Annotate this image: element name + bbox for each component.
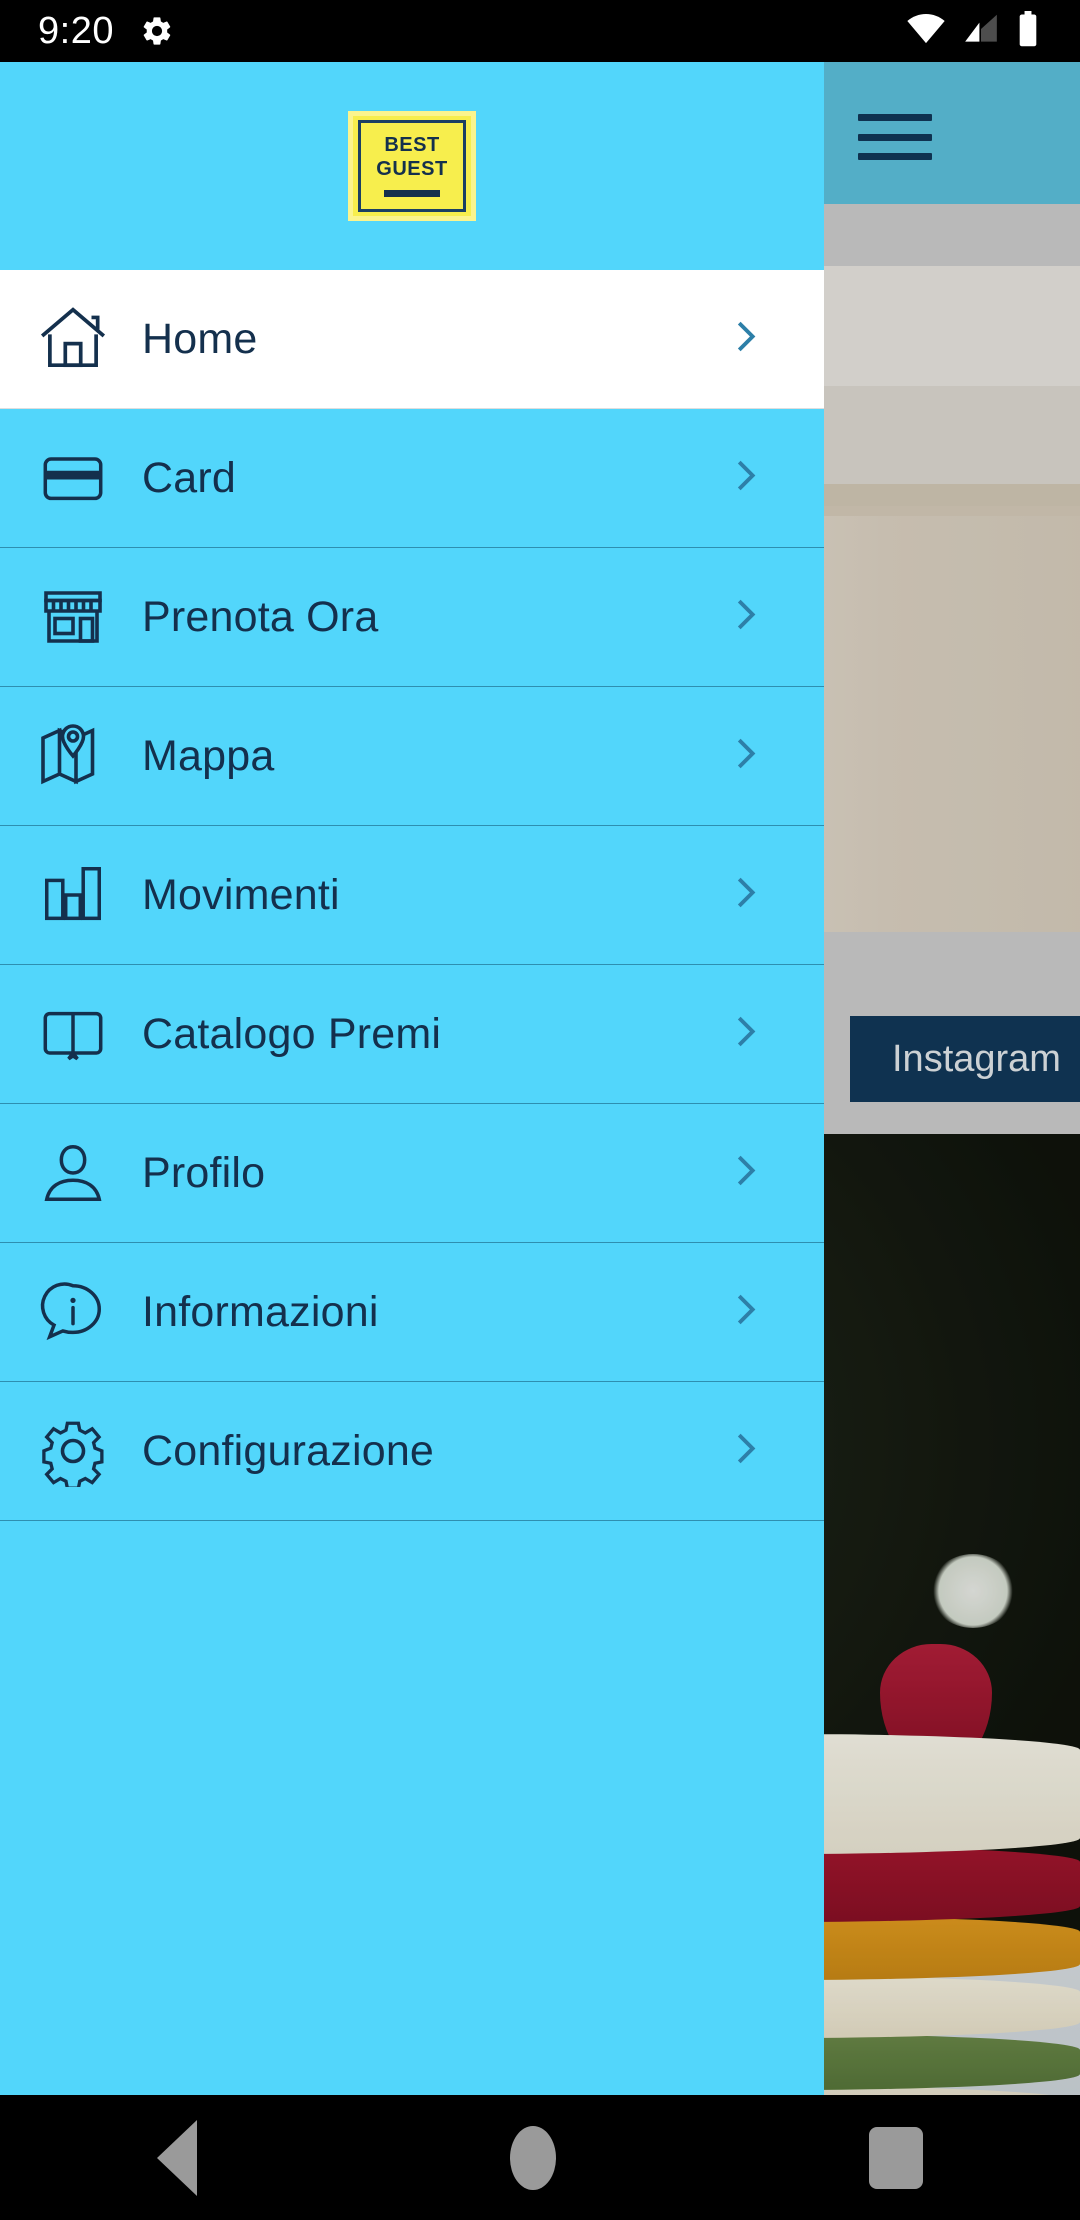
sidebar-item-prenota-ora[interactable]: Prenota Ora [0, 548, 824, 687]
logo-line-2: GUEST [376, 158, 448, 180]
sidebar-item-home[interactable]: Home [0, 270, 824, 409]
status-icons [906, 10, 1040, 52]
person-icon [30, 1130, 116, 1216]
chevron-right-icon [722, 314, 768, 365]
storefront-icon [30, 574, 116, 660]
info-bubble-icon [30, 1269, 116, 1355]
chevron-right-icon [722, 731, 768, 782]
chevron-right-icon [722, 1148, 768, 1199]
sidebar-item-label: Informazioni [142, 1287, 379, 1336]
sidebar-item-card[interactable]: Card [0, 409, 824, 548]
credit-card-icon [30, 435, 116, 521]
wifi-icon [906, 13, 946, 49]
chevron-right-icon [722, 1287, 768, 1338]
sidebar-item-movimenti[interactable]: Movimenti [0, 826, 824, 965]
chevron-right-icon [722, 1009, 768, 1060]
android-navigation-bar [0, 2095, 1080, 2220]
navigation-drawer: BEST GUEST Home Card Prenota Ora Mappa M… [0, 62, 824, 2157]
sidebar-item-mappa[interactable]: Mappa [0, 687, 824, 826]
logo-line-1: BEST [384, 134, 440, 156]
sidebar-item-label: Prenota Ora [142, 592, 379, 641]
sidebar-item-label: Profilo [142, 1148, 266, 1197]
sidebar-item-configurazione[interactable]: Configurazione [0, 1382, 824, 1521]
sidebar-item-catalogo-premi[interactable]: Catalogo Premi [0, 965, 824, 1104]
bar-chart-icon [30, 852, 116, 938]
back-triangle-icon[interactable] [156, 2119, 197, 2196]
chevron-right-icon [722, 592, 768, 643]
chevron-right-icon [722, 453, 768, 504]
sidebar-item-label: Card [142, 453, 237, 502]
best-guest-logo: BEST GUEST [348, 111, 476, 221]
drawer-logo-area: BEST GUEST [0, 62, 824, 270]
gear-icon [140, 14, 174, 48]
sidebar-item-label: Mappa [142, 731, 275, 780]
status-bar: 9:20 [0, 0, 1080, 62]
sidebar-item-label: Catalogo Premi [142, 1009, 442, 1058]
recents-square-icon[interactable] [869, 2126, 924, 2189]
sidebar-item-label: Home [142, 314, 258, 363]
home-circle-icon[interactable] [509, 2125, 556, 2190]
map-pin-icon [30, 713, 116, 799]
phone-screen: 9:20 Instagram BEST GUEST Home Card Pren… [0, 0, 1080, 2220]
sidebar-item-profilo[interactable]: Profilo [0, 1104, 824, 1243]
sidebar-item-informazioni[interactable]: Informazioni [0, 1243, 824, 1382]
house-icon [30, 296, 116, 382]
gear-icon [30, 1408, 116, 1494]
cellular-signal-icon [962, 14, 1000, 49]
battery-icon [1016, 10, 1040, 52]
chevron-right-icon [722, 870, 768, 921]
sidebar-item-label: Configurazione [142, 1426, 435, 1475]
open-book-icon [30, 991, 116, 1077]
sidebar-item-label: Movimenti [142, 870, 340, 919]
chevron-right-icon [722, 1426, 768, 1477]
status-clock: 9:20 [38, 9, 114, 52]
logo-underline [384, 190, 440, 197]
